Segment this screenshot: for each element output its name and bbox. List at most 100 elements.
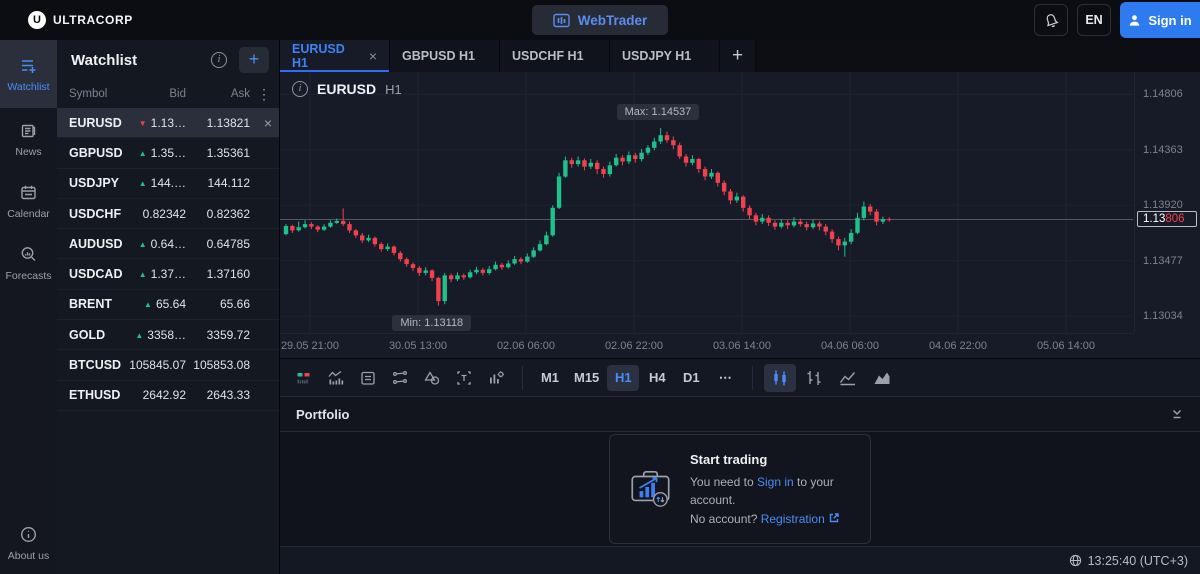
- current-price-label: 1.13806: [1137, 210, 1197, 227]
- chart-symbol: EURUSD: [317, 81, 377, 97]
- person-icon: [1128, 14, 1141, 27]
- watchlist-row-btcusd[interactable]: BTCUSD 105845.07 105853.08: [57, 350, 279, 381]
- watchlist-options-icon[interactable]: ⋮: [250, 86, 271, 103]
- remove-symbol-icon[interactable]: ×: [264, 115, 272, 131]
- chart-type-candlestick-button[interactable]: [764, 363, 797, 392]
- bid-cell: 105845.07: [129, 358, 186, 373]
- watchlist-row-gbpusd[interactable]: GBPUSD ▲ 1.35… 1.35361: [57, 138, 279, 169]
- journal-button[interactable]: [352, 364, 384, 392]
- timeframe-⋯[interactable]: ⋯: [709, 365, 741, 391]
- timeframe-m15[interactable]: M15: [568, 365, 605, 391]
- timeframe-d1[interactable]: D1: [675, 365, 707, 391]
- start-trading-title: Start trading: [690, 451, 768, 467]
- indicators-button[interactable]: [320, 364, 352, 392]
- up-triangle-icon: ▲: [135, 330, 144, 340]
- add-tab-button[interactable]: +: [720, 40, 756, 72]
- toolbar-divider: [522, 365, 523, 390]
- forecasts-icon: [19, 245, 38, 264]
- webtrader-button[interactable]: WebTrader: [532, 5, 668, 35]
- watchlist-row-audusd[interactable]: AUDUSD ▲ 0.64… 0.64785: [57, 229, 279, 260]
- down-triangle-icon: ▼: [138, 118, 147, 128]
- timeframe-h1[interactable]: H1: [607, 364, 640, 391]
- time-tick: 29.05 21:00: [280, 340, 340, 352]
- bid-cell: ▲ 65.64: [144, 297, 186, 312]
- ask-cell: 0.82362: [206, 206, 250, 221]
- price-tick: 1.13920: [1143, 199, 1183, 212]
- price-tick: 1.13034: [1143, 310, 1183, 323]
- display-mode-button[interactable]: [288, 364, 320, 392]
- portfolio-title: Portfolio: [296, 406, 350, 422]
- symbol-cell: BTCUSD: [69, 358, 122, 373]
- registration-link[interactable]: Registration: [761, 512, 825, 526]
- sidebar-item-news[interactable]: News: [0, 108, 57, 170]
- signin-link[interactable]: Sign in: [757, 475, 794, 489]
- price-tick: 1.13477: [1143, 254, 1183, 267]
- sidebar-item-calendar[interactable]: Calendar: [0, 170, 57, 232]
- symbol-cell: AUDUSD: [69, 236, 123, 251]
- watchlist-row-usdcad[interactable]: USDCAD ▲ 1.37… 1.37160: [57, 259, 279, 290]
- signin-button[interactable]: Sign in: [1120, 2, 1200, 38]
- close-tab-icon[interactable]: ×: [369, 48, 377, 64]
- watchlist-title: Watchlist: [71, 51, 138, 69]
- time-tick: 04.06 06:00: [820, 340, 880, 352]
- chart-type-bars-button[interactable]: [798, 364, 830, 392]
- up-triangle-icon: ▲: [138, 179, 147, 189]
- chart-toolbar: M1 M15 H1 H4 D1 ⋯: [280, 358, 1200, 396]
- watchlist-row-brent[interactable]: BRENT ▲ 65.64 65.66: [57, 290, 279, 321]
- trend-lines-button[interactable]: [384, 364, 416, 392]
- chart-pane: Max: 1.14537 Min: 1.13118 i EURUSD H1 1.1…: [280, 72, 1200, 358]
- ask-cell: 144.112: [207, 176, 251, 191]
- watchlist-row-usdchf[interactable]: USDCHF 0.82342 0.82362: [57, 199, 279, 230]
- sidebar-item-watchlist[interactable]: Watchlist: [0, 40, 57, 108]
- bell-icon: [1043, 12, 1060, 29]
- tab-usdchf-h1[interactable]: USDCHF H1: [500, 40, 610, 72]
- chart-type-area-button[interactable]: [866, 364, 898, 392]
- tab-usdjpy-h1[interactable]: USDJPY H1: [610, 40, 720, 72]
- text-tool-button[interactable]: [448, 364, 480, 392]
- timezone-globe-icon[interactable]: [1069, 554, 1082, 567]
- symbol-cell: BRENT: [69, 297, 113, 312]
- left-sidebar: Watchlist News Calendar Forecasts About: [0, 40, 57, 574]
- watchlist-row-ethusd[interactable]: ETHUSD 2642.92 2643.33: [57, 381, 279, 411]
- up-triangle-icon: ▲: [138, 148, 147, 158]
- language-button[interactable]: EN: [1077, 4, 1111, 36]
- ask-cell: 105853.08: [193, 358, 250, 373]
- portfolio-header[interactable]: Portfolio: [280, 396, 1200, 432]
- collapse-panel-icon[interactable]: [1170, 407, 1184, 421]
- watchlist-icon: [19, 56, 38, 75]
- watchlist-row-gold[interactable]: GOLD ▲ 3358… 3359.72: [57, 320, 279, 351]
- bid-cell: 0.82342: [142, 206, 186, 221]
- timeframe-m1[interactable]: M1: [534, 365, 566, 391]
- time-axis[interactable]: 29.05 21:00 30.05 13:00 02.06 06:00 02.06 2…: [280, 333, 1134, 358]
- watchlist-info-icon[interactable]: i: [211, 52, 227, 68]
- min-price-label: Min: 1.13118: [392, 314, 472, 331]
- chart-timeframe: H1: [385, 81, 402, 97]
- chart-type-line-button[interactable]: [832, 364, 864, 392]
- up-triangle-icon: ▲: [138, 239, 147, 249]
- bid-cell: 2642.92: [142, 388, 186, 403]
- sidebar-item-forecasts[interactable]: Forecasts: [0, 232, 57, 294]
- shapes-button[interactable]: [416, 364, 448, 392]
- candles-layer: [280, 72, 1134, 333]
- sidebar-item-about[interactable]: About us: [0, 512, 57, 574]
- brand-name: ULTRACORP: [53, 13, 133, 27]
- watchlist-row-eurusd[interactable]: EURUSD ▼ 1.13… 1.13821 ×: [57, 108, 279, 139]
- symbol-cell: USDCHF: [69, 206, 122, 221]
- add-symbol-button[interactable]: +: [239, 47, 269, 73]
- bid-cell: ▲ 144.…: [138, 176, 186, 191]
- chart-plot[interactable]: Max: 1.14537 Min: 1.13118: [280, 72, 1134, 333]
- chart-settings-button[interactable]: [480, 364, 512, 392]
- ask-cell: 0.64785: [206, 236, 250, 251]
- tab-gbpusd-h1[interactable]: GBPUSD H1: [390, 40, 500, 72]
- timeframe-h4[interactable]: H4: [641, 365, 673, 391]
- notifications-button[interactable]: [1034, 4, 1068, 36]
- price-tick: 1.14806: [1143, 88, 1183, 101]
- tab-eurusd-h1[interactable]: EURUSD H1 ×: [280, 40, 390, 72]
- symbol-cell: EURUSD: [69, 115, 122, 130]
- brand-logo: U ULTRACORP: [0, 11, 133, 29]
- news-icon: [19, 121, 38, 140]
- price-axis[interactable]: 1.14806 1.14363 1.13920 1.13477 1.13034 1.138…: [1134, 72, 1200, 333]
- symbol-info-icon[interactable]: i: [292, 81, 308, 97]
- watchlist-row-usdjpy[interactable]: USDJPY ▲ 144.… 144.112: [57, 169, 279, 199]
- time-tick: 05.06 14:00: [1036, 340, 1096, 352]
